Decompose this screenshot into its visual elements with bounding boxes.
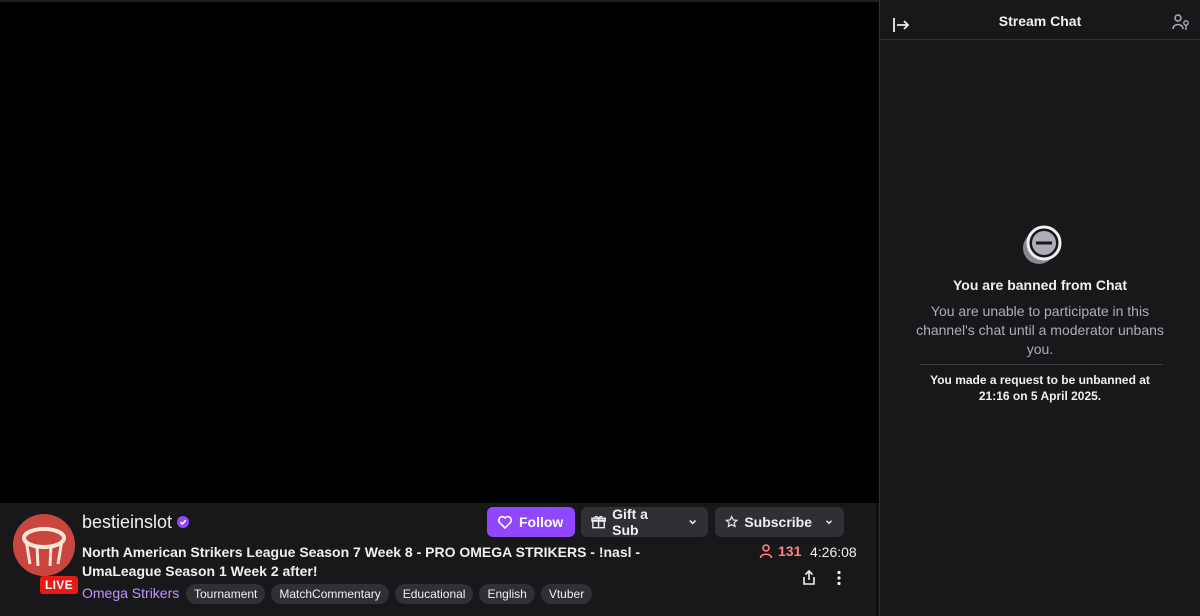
tag[interactable]: English <box>479 584 535 604</box>
stream-info-panel: LIVE bestieinslot Follow Gift a Sub Subs… <box>0 503 876 616</box>
share-icon[interactable] <box>800 569 818 587</box>
ban-description: You are unable to participate in this ch… <box>916 303 1164 357</box>
subscribe-label: Subscribe <box>744 514 813 530</box>
chevron-down-icon <box>688 520 696 525</box>
tag[interactable]: Tournament <box>186 584 266 604</box>
viewer-count: 131 <box>758 543 801 559</box>
person-icon <box>759 544 773 559</box>
chat-panel: Stream Chat You are banned from Chat You… <box>879 0 1200 616</box>
unban-request-note: You made a request to be unbanned at 21:… <box>930 373 1150 403</box>
community-icon[interactable] <box>1172 13 1190 31</box>
video-player[interactable] <box>0 0 879 503</box>
ban-icon <box>1023 225 1062 264</box>
game-link[interactable]: Omega Strikers <box>82 585 179 601</box>
star-icon <box>725 515 739 528</box>
ban-title: You are banned from Chat <box>953 277 1127 293</box>
stream-title: North American Strikers League Season 7 … <box>82 544 641 579</box>
tag-list: Tournament MatchCommentary Educational E… <box>186 584 593 604</box>
divider <box>920 364 1163 365</box>
follow-button[interactable]: Follow <box>487 507 575 537</box>
tag[interactable]: MatchCommentary <box>271 584 389 604</box>
stream-uptime: 4:26:08 <box>810 544 857 560</box>
live-badge: LIVE <box>40 576 78 594</box>
avatar-icon <box>13 514 75 576</box>
tag[interactable]: Educational <box>394 584 474 604</box>
avatar[interactable] <box>13 514 75 576</box>
gift-label: Gift a Sub <box>612 506 648 538</box>
chat-header: Stream Chat <box>880 0 1200 40</box>
more-options-icon[interactable] <box>830 569 848 587</box>
heart-icon <box>497 515 513 530</box>
follow-label: Follow <box>519 514 564 530</box>
channel-name[interactable]: bestieinslot <box>82 512 172 533</box>
subscribe-button[interactable]: Subscribe <box>715 507 844 537</box>
channel-avatar-wrap[interactable]: LIVE <box>13 514 78 594</box>
gift-sub-button[interactable]: Gift a Sub <box>581 506 708 538</box>
viewer-count-value: 131 <box>778 543 802 559</box>
tag[interactable]: Vtuber <box>540 584 593 604</box>
gift-icon <box>591 515 606 529</box>
chevron-down-icon <box>826 520 832 525</box>
verified-badge-icon <box>177 516 189 528</box>
chat-title: Stream Chat <box>998 13 1082 29</box>
